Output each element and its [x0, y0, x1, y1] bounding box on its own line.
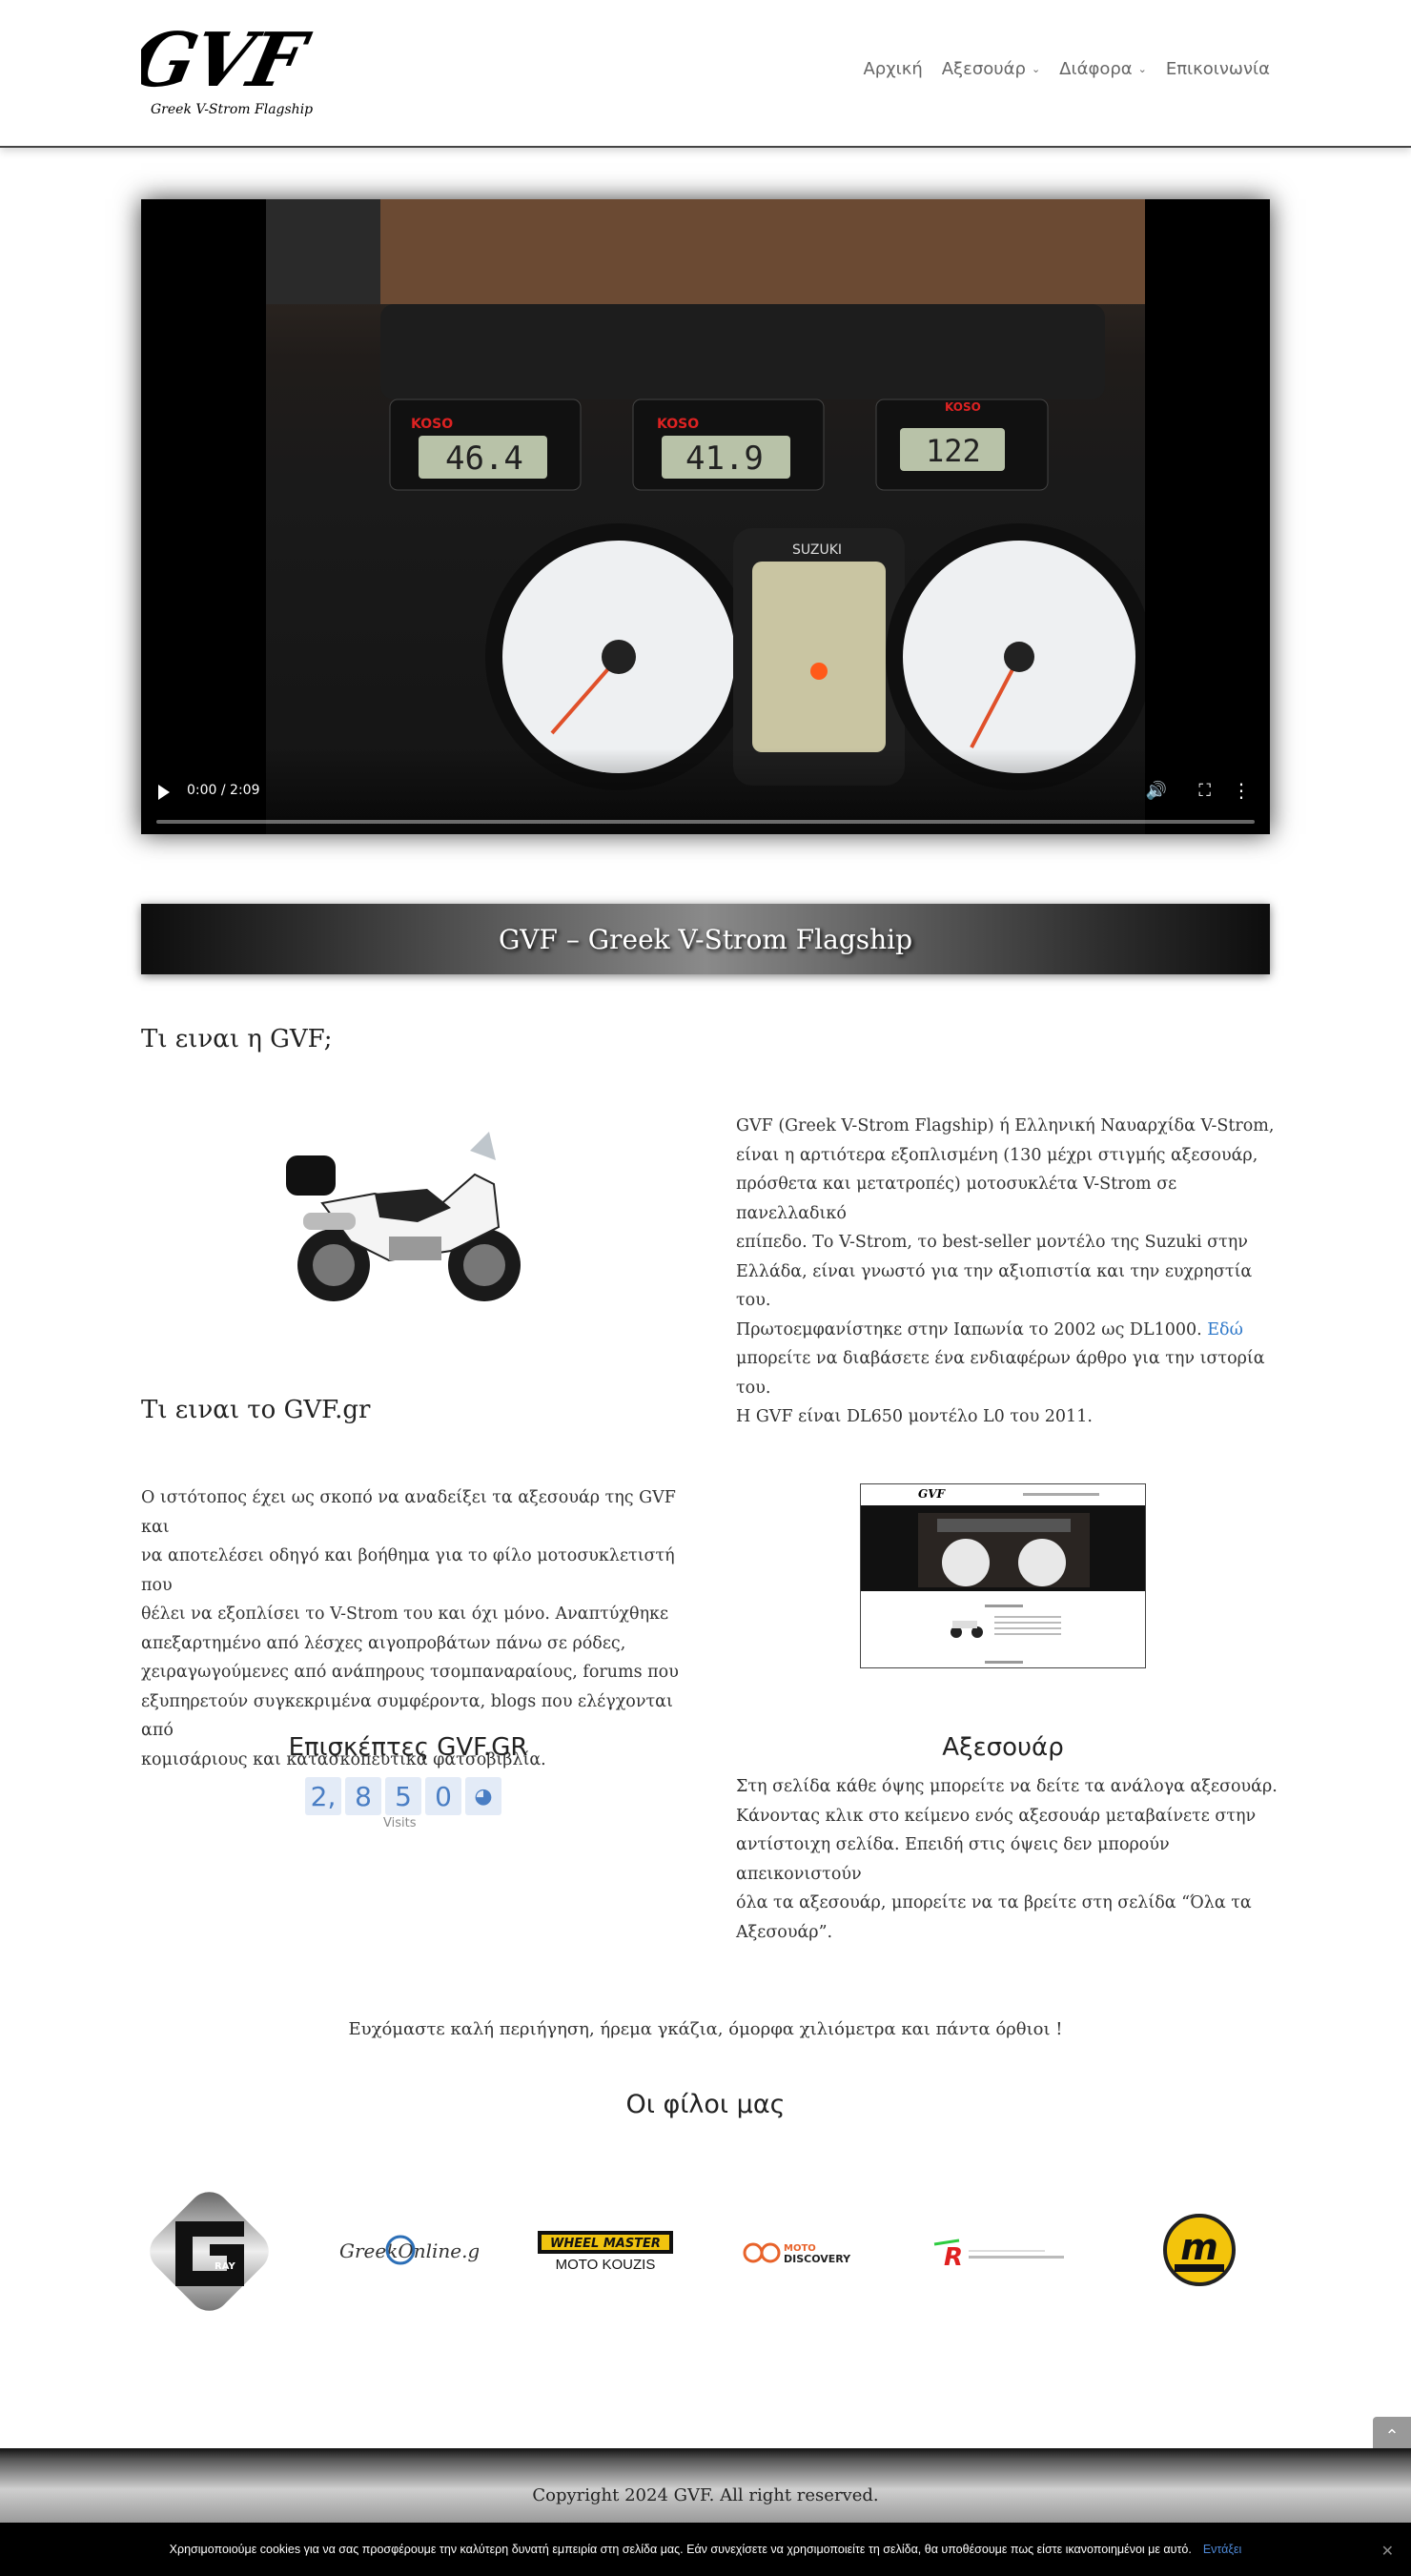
- history-article-link[interactable]: Εδώ: [1207, 1320, 1243, 1339]
- text-line: να αποτελέσει οδηγό και βοήθημα για το φ…: [141, 1546, 675, 1595]
- nav-accessories-label[interactable]: Αξεσουάρ: [942, 59, 1026, 79]
- counter-digit: 0: [425, 1777, 461, 1815]
- site-footer: Copyright 2024 GVF. All right reserved.: [0, 2448, 1411, 2523]
- title-banner: GVF – Greek V-Strom Flagship: [141, 904, 1270, 974]
- nav-home[interactable]: Αρχική: [863, 59, 922, 79]
- visit-counter: 2, 8 5 0 ◕: [305, 1777, 501, 1815]
- partner-logo-moto-r[interactable]: R: [930, 2231, 1072, 2273]
- closing-wish: Ευχόμαστε καλή περιήγηση, ήρεμα γκάζια, …: [348, 2019, 1063, 2039]
- partner-logo-gray[interactable]: RAY: [141, 2183, 277, 2320]
- visitors-title: Επισκέπτες GVF.GR: [288, 1733, 528, 1762]
- cookie-bar: Χρησιμοποιούμε cookies για να σας προσφέ…: [0, 2523, 1411, 2576]
- gray-logo-text: RAY: [215, 2261, 235, 2272]
- chevron-down-icon[interactable]: ⌄: [1138, 63, 1147, 75]
- site-header: GVF Greek V-Strom Flagship Αρχική Αξεσου…: [0, 0, 1411, 148]
- section-what-is-gvf-heading: Τι ειναι η GVF;: [141, 1025, 333, 1053]
- gvf-logo[interactable]: GVF Greek V-Strom Flagship: [141, 21, 360, 121]
- video-time: 0:00 / 2:09: [187, 783, 260, 798]
- wheelmaster-logo-text: WHEEL MASTER: [550, 2237, 661, 2251]
- koso-label-3: KOSO: [945, 400, 981, 414]
- copyright-text: Copyright 2024 GVF. All right reserved.: [532, 2484, 879, 2505]
- nav-contact-label[interactable]: Επικοινωνία: [1166, 59, 1270, 79]
- wheelmaster-sub-text: MOTO KOUZIS: [556, 2257, 656, 2273]
- counter-logo-icon[interactable]: ◕: [465, 1777, 501, 1815]
- partner-logo-motodiscovery[interactable]: MOTO DISCOVERY: [740, 2229, 868, 2271]
- section-what-is-site-text: Ο ιστότοπος έχει ως σκοπό να αναδείξει τ…: [141, 1483, 686, 1774]
- text-line: Πρωτοεμφανίστηκε στην Ιαπωνία το 2002 ως…: [736, 1316, 1281, 1345]
- visits-label: Visits: [383, 1816, 417, 1830]
- gauge-readout-3: 122: [926, 433, 981, 469]
- video-progress-bar[interactable]: [156, 820, 1255, 824]
- site-screenshot-image[interactable]: GVF: [860, 1483, 1146, 1668]
- cookie-text: Χρησιμοποιούμε cookies για να σας προσφέ…: [169, 2543, 1192, 2556]
- close-icon[interactable]: ✕: [1381, 2542, 1394, 2560]
- play-icon[interactable]: [158, 785, 170, 800]
- partner-logo-wheelmaster[interactable]: WHEEL MASTER MOTO KOUZIS: [536, 2227, 675, 2275]
- text-line: αντίστοιχη σελίδα. Επειδή στις όψεις δεν…: [736, 1835, 1170, 1884]
- svg-text:Greek V-Strom Flagship: Greek V-Strom Flagship: [151, 102, 313, 117]
- accessories-title: Αξεσουάρ: [942, 1733, 1064, 1762]
- more-options-icon[interactable]: ⋮: [1232, 779, 1251, 802]
- text-line: είναι η αρτιότερα εξοπλισμένη (130 μέχρι…: [736, 1145, 1258, 1165]
- main-nav: Αρχική Αξεσουάρ ⌄ Διάφορα ⌄ Επικοινωνία: [844, 59, 1270, 79]
- text-line: GVF (Greek V-Strom Flagship) ή Ελληνική …: [736, 1116, 1275, 1135]
- text-line: θέλει να εξοπλίσει το V-Strom του και όχ…: [141, 1605, 669, 1624]
- koso-label-1: KOSO: [411, 417, 453, 432]
- video-player[interactable]: KOSO 46.4 KOSO 41.9 KOSO 122 SUZUKI 0:00…: [141, 199, 1270, 834]
- motorcycle-image: [286, 1132, 521, 1301]
- friends-title: Οι φίλοι μας: [625, 2090, 786, 2119]
- fullscreen-icon[interactable]: ⛶: [1198, 781, 1211, 801]
- gauge-readout-1: 46.4: [445, 440, 523, 478]
- accessories-text: Στη σελίδα κάθε όψης μπορείτε να δείτε τ…: [736, 1772, 1281, 1947]
- text-line: Κάνοντας κλικ στο κείμενο ενός αξεσουάρ …: [736, 1806, 1257, 1826]
- koso-label-2: KOSO: [657, 417, 699, 432]
- nav-home-label[interactable]: Αρχική: [863, 59, 922, 79]
- text-line-part: Πρωτοεμφανίστηκε στην Ιαπωνία το 2002 ως…: [736, 1319, 1202, 1339]
- moto-r-logo-text: R: [944, 2243, 963, 2272]
- text-line: Η GVF είναι DL650 μοντέλο L0 του 2011.: [736, 1407, 1093, 1426]
- text-line: Ελλάδα, είναι γνωστό για την αξιοπιστία …: [736, 1261, 1253, 1311]
- nav-contact[interactable]: Επικοινωνία: [1166, 59, 1270, 79]
- m-logo-text: m: [1180, 2226, 1218, 2268]
- text-line: Ο ιστότοπος έχει ως σκοπό να αναδείξει τ…: [141, 1488, 676, 1537]
- chevron-up-icon[interactable]: ⌃: [1384, 2426, 1399, 2446]
- text-line: απεξαρτημένο από λέσχες αιγοπροβάτων πάν…: [141, 1633, 626, 1653]
- counter-digit: 8: [345, 1777, 381, 1815]
- section-what-is-gvf-text: GVF (Greek V-Strom Flagship) ή Ελληνική …: [736, 1112, 1281, 1432]
- section-what-is-site-heading: Τι ειναι το GVF.gr: [141, 1396, 371, 1424]
- counter-digit: 5: [385, 1777, 421, 1815]
- volume-icon[interactable]: 🔊: [1146, 781, 1167, 801]
- gauge-readout-2: 41.9: [685, 440, 764, 478]
- text-line: επίπεδο. Το V-Strom, το best-seller μοντ…: [736, 1233, 1248, 1252]
- nav-misc-label[interactable]: Διάφορα: [1059, 59, 1132, 79]
- site-screenshot-illustration: GVF: [861, 1484, 1145, 1664]
- video-controls: 0:00 / 2:09 🔊 ⛶ ⋮: [141, 748, 1270, 834]
- suzuki-label: SUZUKI: [792, 542, 842, 558]
- video-frame-dashboard: KOSO 46.4 KOSO 41.9 KOSO 122 SUZUKI: [266, 199, 1145, 834]
- text-line: μπορείτε να διαβάσετε ένα ενδιαφέρων άρθ…: [736, 1349, 1265, 1398]
- cookie-accept-button[interactable]: Εντάξει: [1203, 2543, 1242, 2556]
- nav-misc[interactable]: Διάφορα ⌄: [1059, 59, 1147, 79]
- text-line: πρόσθετα και μετατροπές) μοτοσυκλέτα V-S…: [736, 1175, 1177, 1223]
- dashboard-illustration: KOSO 46.4 KOSO 41.9 KOSO 122 SUZUKI: [266, 199, 1145, 790]
- motodiscovery-discovery-text: DISCOVERY: [784, 2253, 851, 2265]
- counter-digit: 2,: [305, 1777, 341, 1815]
- nav-accessories[interactable]: Αξεσουάρ ⌄: [942, 59, 1040, 79]
- text-line: όλα τα αξεσουάρ, μπορείτε να τα βρείτε σ…: [736, 1893, 1252, 1912]
- partner-logo-greekonline[interactable]: GreekOnline.gr: [336, 2219, 479, 2277]
- svg-text:GVF: GVF: [141, 21, 317, 104]
- chevron-down-icon[interactable]: ⌄: [1032, 63, 1040, 75]
- text-line: Αξεσουάρ”.: [736, 1922, 833, 1942]
- partner-logo-m[interactable]: m: [1161, 2212, 1237, 2288]
- text-line: χειραγωγούμενες από ανάπηρους τσομπαναρα…: [141, 1663, 679, 1682]
- text-line: Στη σελίδα κάθε όψης μπορείτε να δείτε τ…: [736, 1777, 1278, 1796]
- banner-title: GVF – Greek V-Strom Flagship: [498, 923, 913, 955]
- mini-logo: GVF: [918, 1487, 947, 1501]
